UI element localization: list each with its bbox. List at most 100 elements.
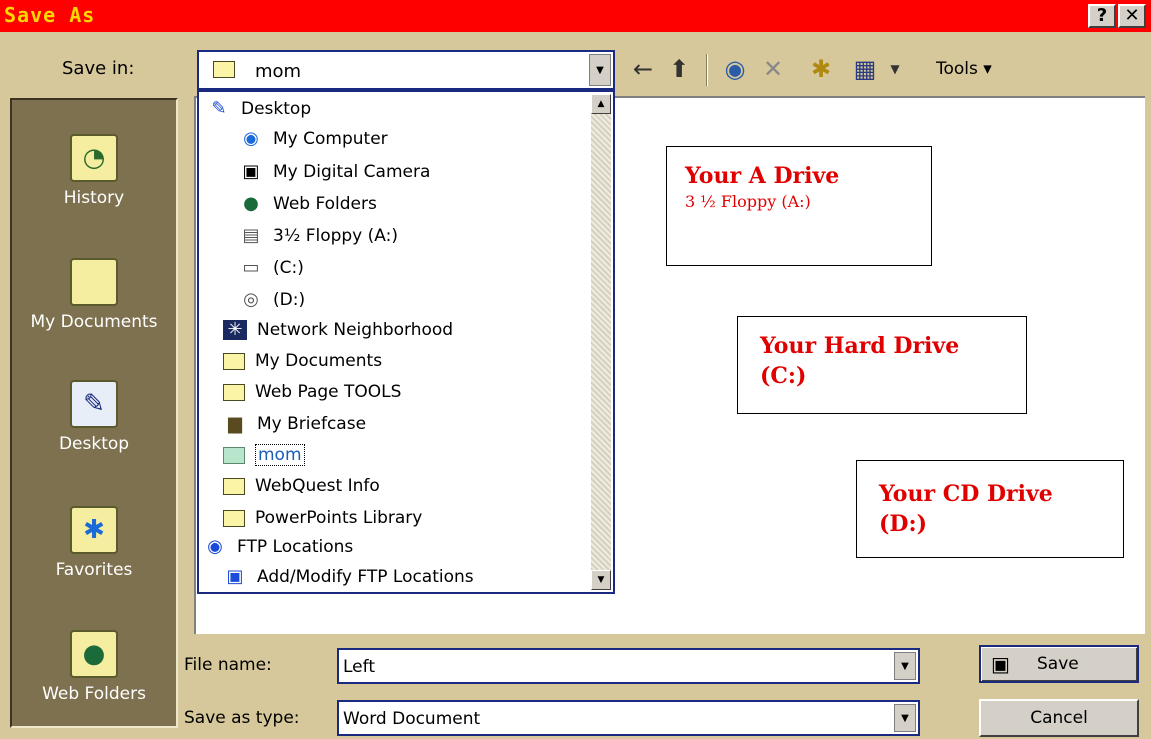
new-folder-icon[interactable]: ✱ <box>806 54 836 84</box>
list-item-label: My Documents <box>255 351 383 371</box>
chevron-down-icon[interactable]: ▼ <box>894 704 916 732</box>
list-item[interactable]: ▆ My Briefcase <box>223 409 366 439</box>
floppy-drive-icon: ▤ <box>242 225 260 246</box>
place-history[interactable]: ◔ History <box>12 134 176 208</box>
note-title: Your A Drive <box>685 163 840 189</box>
up-folder-icon[interactable]: ⬆ <box>664 54 694 84</box>
favorites-icon: ✱ <box>70 506 118 554</box>
place-label: Desktop <box>58 434 130 454</box>
back-arrow-icon[interactable]: ← <box>628 54 658 84</box>
file-name-label: File name: <box>184 655 272 675</box>
scroll-up-icon[interactable]: ▲ <box>591 94 611 114</box>
list-item[interactable]: ✎ Desktop <box>207 94 311 124</box>
list-item[interactable]: ▤ 3½ Floppy (A:) <box>239 221 398 251</box>
title-bar: Save As ? ✕ <box>0 0 1151 32</box>
list-item[interactable]: ✳ Network Neighborhood <box>223 315 453 345</box>
list-item[interactable]: ▣ My Digital Camera <box>239 157 430 187</box>
place-label: Web Folders <box>42 684 146 704</box>
my-documents-icon <box>70 258 118 306</box>
desktop-icon: ✎ <box>70 380 118 428</box>
ftp-add-icon: ▣ <box>226 566 244 587</box>
list-item-label: Add/Modify FTP Locations <box>257 567 474 587</box>
list-item-label: FTP Locations <box>237 537 354 557</box>
history-icon: ◔ <box>70 134 118 182</box>
list-item[interactable]: Web Page TOOLS <box>223 377 401 407</box>
hard-drive-icon: ▭ <box>242 257 260 278</box>
briefcase-icon: ▆ <box>228 413 242 434</box>
note-subtitle: (C:) <box>760 363 807 389</box>
place-label: My Documents <box>30 312 158 332</box>
save-in-value: mom <box>255 61 302 82</box>
list-item[interactable]: ◎ (D:) <box>239 285 305 315</box>
save-in-dropdown-list[interactable]: ✎ Desktop ◉ My Computer ▣ My Digital Camera… <box>197 90 615 594</box>
note-cd-drive: Your CD Drive (D:) <box>856 460 1124 558</box>
file-name-value: Left <box>343 657 375 677</box>
folder-icon <box>223 509 245 527</box>
note-title: Your Hard Drive <box>760 333 960 359</box>
list-item[interactable]: ◉ My Computer <box>239 124 388 154</box>
folder-icon <box>223 477 245 495</box>
place-favorites[interactable]: ✱ Favorites <box>12 506 176 580</box>
note-subtitle: (D:) <box>879 511 928 537</box>
save-as-type-select[interactable]: Word Document ▼ <box>337 700 920 736</box>
list-item-label: PowerPoints Library <box>255 508 423 528</box>
list-item-label: My Briefcase <box>257 414 367 434</box>
list-item[interactable]: ▣ Add/Modify FTP Locations <box>223 562 474 592</box>
list-item-label: Desktop <box>241 99 312 119</box>
list-item-label: 3½ Floppy (A:) <box>273 226 398 246</box>
views-icon[interactable]: ▦ <box>850 54 880 84</box>
chevron-down-icon[interactable]: ▼ <box>589 54 611 86</box>
my-computer-icon: ◉ <box>243 128 259 149</box>
close-button[interactable]: ✕ <box>1118 4 1146 28</box>
save-in-combo[interactable]: mom ▼ <box>197 50 615 90</box>
ftp-icon: ◉ <box>207 536 223 557</box>
list-item[interactable]: ● Web Folders <box>239 189 377 219</box>
help-button[interactable]: ? <box>1088 4 1116 28</box>
place-label: History <box>63 188 125 208</box>
save-button-label: Save <box>1037 654 1079 674</box>
chevron-down-icon[interactable]: ▼ <box>894 652 916 680</box>
save-in-label: Save in: <box>62 58 135 79</box>
list-item[interactable]: My Documents <box>223 346 382 376</box>
list-item[interactable]: ◉ FTP Locations <box>203 532 353 562</box>
list-item-label: (C:) <box>273 258 304 278</box>
delete-icon[interactable]: ✕ <box>758 54 788 84</box>
save-as-type-label: Save as type: <box>184 708 300 728</box>
search-web-icon[interactable]: ◉ <box>720 54 750 84</box>
folder-icon <box>213 61 235 78</box>
place-desktop[interactable]: ✎ Desktop <box>12 380 176 454</box>
network-icon: ✳ <box>223 320 247 340</box>
cancel-button[interactable]: Cancel <box>979 699 1139 737</box>
list-item[interactable]: WebQuest Info <box>223 471 380 501</box>
cd-drive-icon: ◎ <box>243 289 259 310</box>
web-folders-icon: ● <box>243 193 259 214</box>
globe-icon: ● <box>70 630 118 678</box>
list-item-selected[interactable]: mom <box>223 440 305 470</box>
list-item-label: My Computer <box>273 129 388 149</box>
scroll-down-icon[interactable]: ▼ <box>591 570 611 590</box>
list-item[interactable]: PowerPoints Library <box>223 503 422 533</box>
note-subtitle: 3 ½ Floppy (A:) <box>685 192 811 211</box>
list-item-label: My Digital Camera <box>273 162 431 182</box>
file-name-input[interactable]: Left ▼ <box>337 648 920 684</box>
folder-icon <box>223 383 245 401</box>
list-item-label: WebQuest Info <box>255 476 380 496</box>
tools-menu[interactable]: Tools ▾ <box>936 59 992 79</box>
list-item[interactable]: ▭ (C:) <box>239 253 304 283</box>
place-my-documents[interactable]: My Documents <box>12 258 176 332</box>
note-a-drive: Your A Drive 3 ½ Floppy (A:) <box>666 146 932 266</box>
save-button[interactable]: ▣ Save <box>979 645 1139 683</box>
note-title: Your CD Drive <box>879 481 1053 507</box>
note-hard-drive: Your Hard Drive (C:) <box>737 316 1027 414</box>
place-label: Favorites <box>55 560 133 580</box>
folder-icon <box>223 446 245 464</box>
place-web-folders[interactable]: ● Web Folders <box>12 630 176 704</box>
window-title: Save As <box>4 3 96 27</box>
places-bar: ◔ History My Documents ✎ Desktop ✱ Favor… <box>10 98 178 728</box>
list-item-label: Network Neighborhood <box>257 320 454 340</box>
desktop-icon: ✎ <box>211 98 227 119</box>
list-item-label: Web Folders <box>273 194 377 214</box>
dropdown-scrollbar[interactable]: ▲ ▼ <box>591 94 611 590</box>
views-dropdown-icon[interactable]: ▼ <box>880 54 910 84</box>
toolbar-separator <box>706 54 708 86</box>
